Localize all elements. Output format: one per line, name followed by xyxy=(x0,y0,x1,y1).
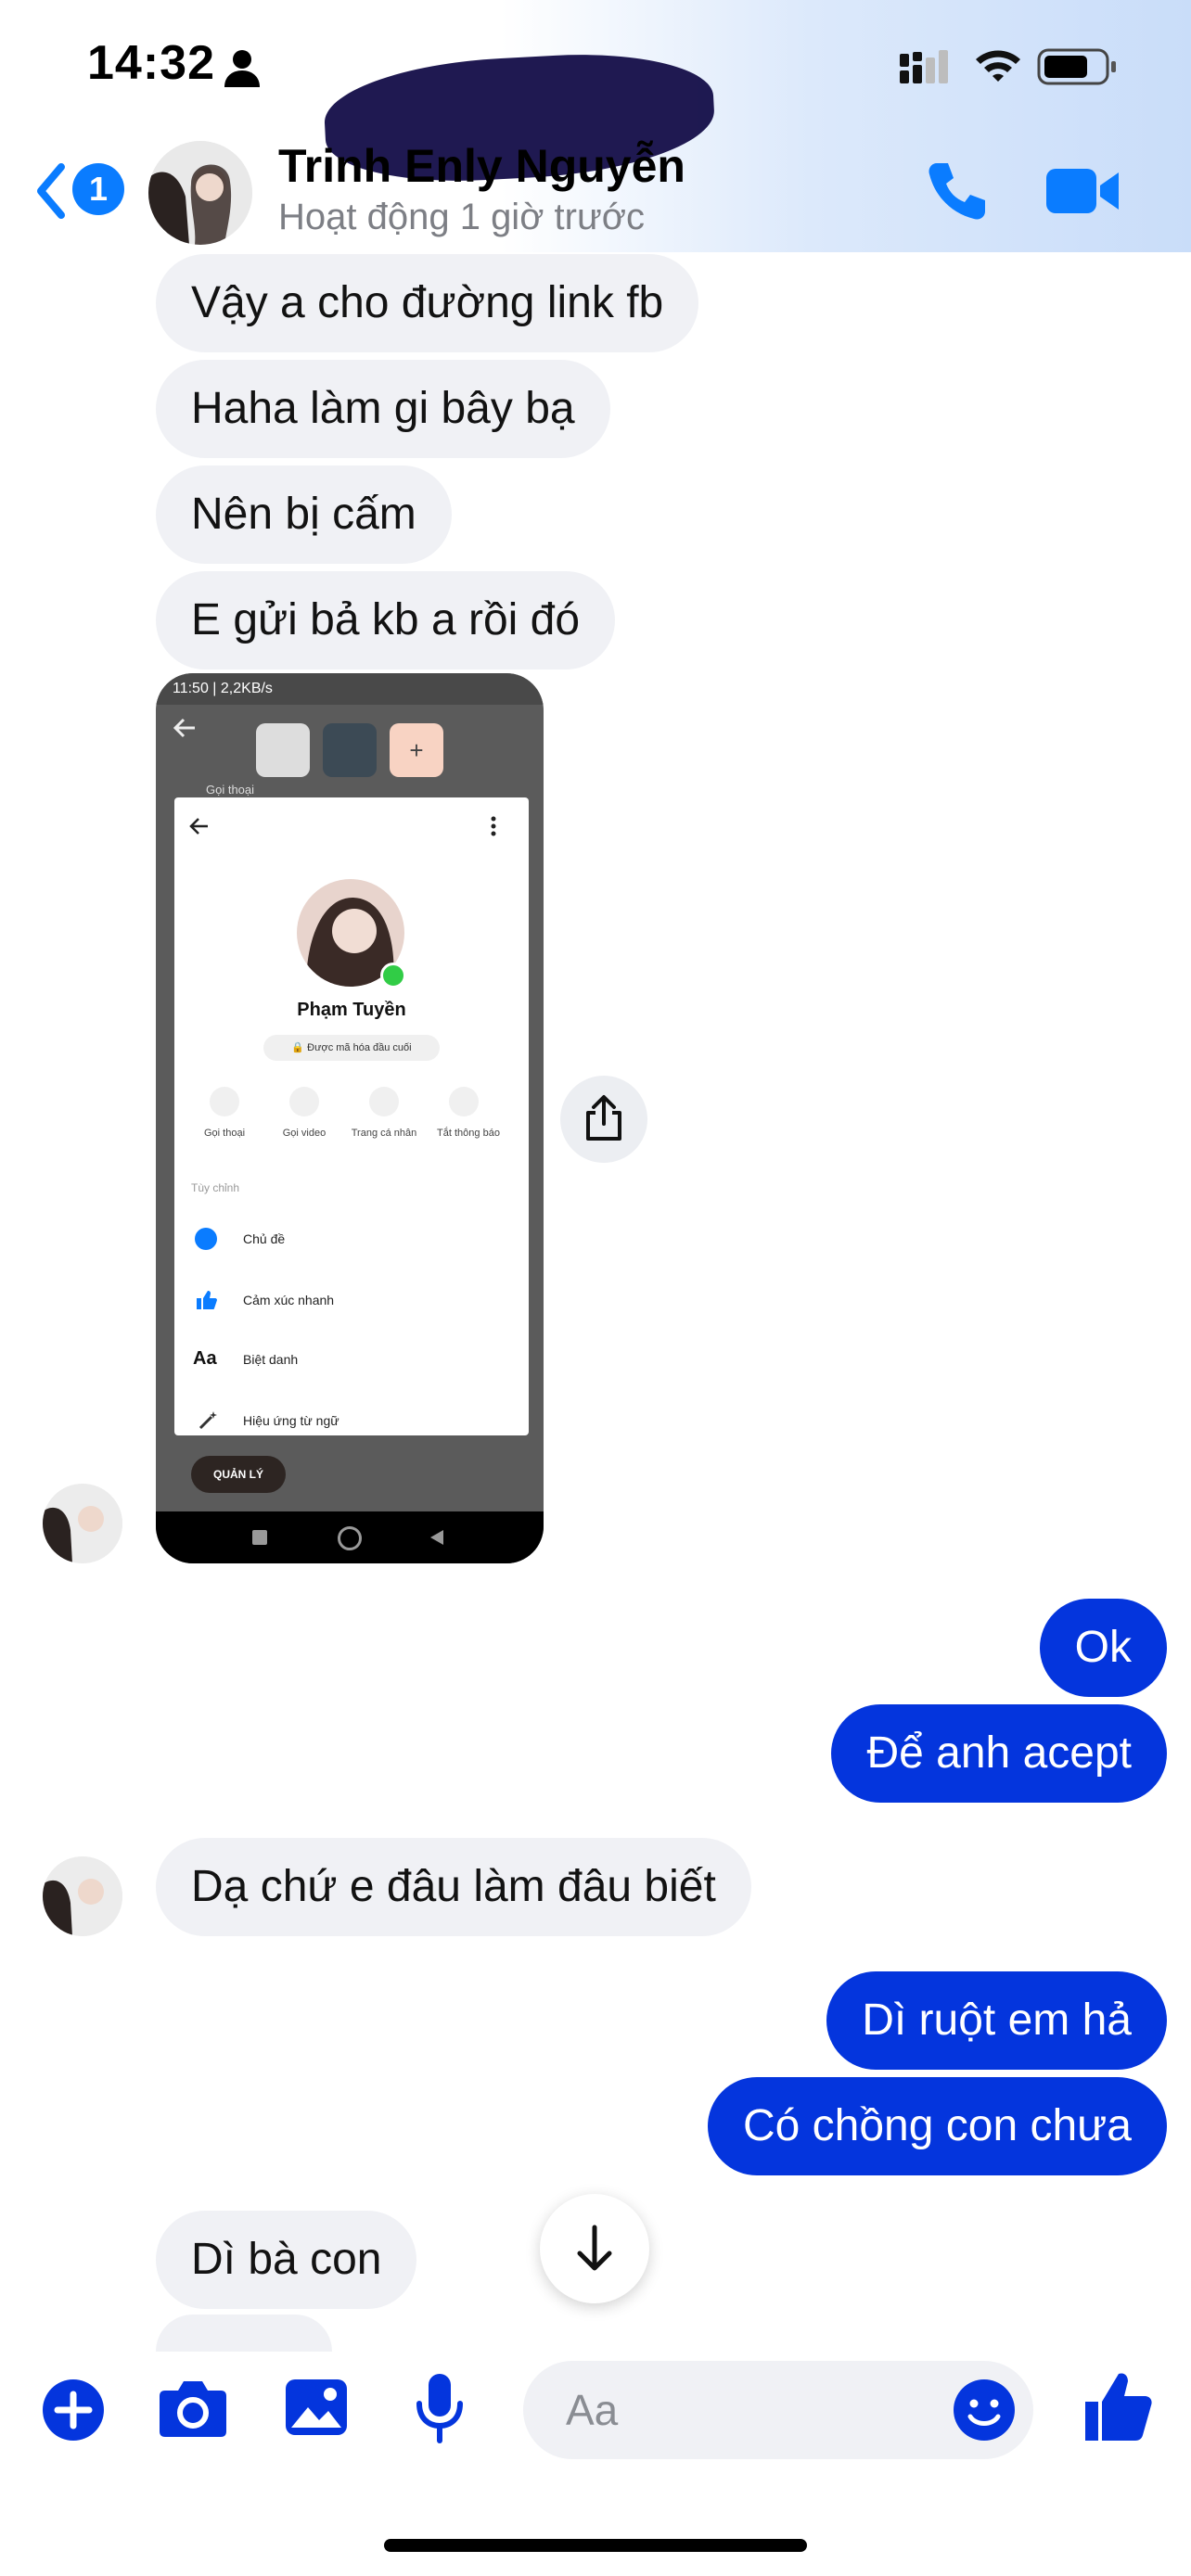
camera-icon[interactable] xyxy=(158,2376,228,2439)
image-attachment[interactable]: 11:50 | 2,2KB/s Gọi thoại + Phạm Tuyền 🔒… xyxy=(156,673,544,1563)
action-label: Tắt thông báo xyxy=(437,1128,500,1139)
arrow-down-icon xyxy=(577,2225,612,2271)
online-dot xyxy=(380,963,406,988)
message-bubble-outgoing[interactable]: Có chồng con chưa xyxy=(707,2077,1167,2175)
theme-icon xyxy=(195,1228,217,1250)
contact-avatar[interactable] xyxy=(148,141,252,245)
attachment-status-bar: 11:50 | 2,2KB/s xyxy=(156,673,544,705)
action-label: Gọi video xyxy=(282,1128,327,1139)
manage-button: QUẢN LÝ xyxy=(191,1456,286,1493)
contact-name[interactable]: Trinh Enly Nguyễn xyxy=(278,139,685,193)
message-bubble-incoming[interactable]: Vậy a cho đường link fb xyxy=(156,254,699,352)
avatar-photo xyxy=(148,141,252,245)
sender-avatar[interactable] xyxy=(43,1484,122,1563)
mute-action-icon xyxy=(449,1087,479,1116)
gallery-icon[interactable] xyxy=(284,2378,349,2437)
action-label: Trang cá nhân xyxy=(351,1128,417,1139)
arrow-left-icon xyxy=(173,718,195,738)
video-call-icon[interactable] xyxy=(1044,163,1121,219)
option-label: Chủ đề xyxy=(243,1231,286,1246)
profile-action-icon xyxy=(369,1087,399,1116)
partial-message-bubble xyxy=(156,2315,332,2352)
option-label: Cảm xúc nhanh xyxy=(243,1293,335,1307)
phone-call-icon[interactable] xyxy=(924,158,991,224)
encryption-label: Được mã hóa đầu cuối xyxy=(307,1042,412,1053)
share-icon xyxy=(586,1095,621,1141)
wifi-icon xyxy=(976,50,1020,82)
back-nav-icon xyxy=(430,1530,443,1545)
sender-avatar[interactable] xyxy=(43,1856,122,1936)
message-bubble-incoming[interactable]: Nên bị cấm xyxy=(156,465,452,564)
lock-icon: 🔒 xyxy=(291,1042,305,1053)
recents-nav-icon xyxy=(252,1530,267,1545)
more-vertical-icon xyxy=(491,816,496,836)
aa-icon: Aa xyxy=(193,1348,217,1369)
plus-circle-icon[interactable] xyxy=(41,2378,106,2442)
attachment-behind-label: Gọi thoại xyxy=(206,783,255,797)
chat-head-2 xyxy=(323,723,377,777)
magic-wand-icon xyxy=(198,1411,217,1430)
battery-icon xyxy=(1037,48,1116,85)
message-bubble-incoming[interactable]: Haha làm gi bây bạ xyxy=(156,360,610,458)
video-action-icon xyxy=(289,1087,319,1116)
profile-name: Phạm Tuyền xyxy=(297,1000,406,1020)
contact-status: Hoạt động 1 giờ trước xyxy=(278,197,645,237)
arrow-left-icon xyxy=(189,818,208,835)
home-indicator xyxy=(384,2539,807,2552)
status-time: 14:32 xyxy=(87,36,215,90)
section-label: Tùy chỉnh xyxy=(191,1181,240,1194)
like-icon xyxy=(197,1291,217,1309)
action-label: Gọi thoại xyxy=(203,1128,246,1139)
share-button[interactable] xyxy=(560,1076,647,1163)
message-bubble-incoming[interactable]: Dì bà con xyxy=(156,2211,417,2309)
thumbs-up-icon[interactable] xyxy=(1083,2370,1154,2442)
attachment-profile-sheet: Phạm Tuyền 🔒 Được mã hóa đầu cuối Gọi th… xyxy=(174,797,529,1435)
message-bubble-outgoing[interactable]: Dì ruột em hả xyxy=(826,1971,1167,2070)
message-bubble-outgoing[interactable]: Ok xyxy=(1039,1599,1167,1697)
option-label: Hiệu ứng từ ngữ xyxy=(243,1413,339,1428)
attachment-status-text: 11:50 | 2,2KB/s xyxy=(173,681,273,696)
message-bubble-incoming[interactable]: E gửi bả kb a rồi đó xyxy=(156,571,616,670)
message-bubble-incoming[interactable]: Dạ chứ e đâu làm đâu biết xyxy=(156,1838,751,1936)
add-chat-head-icon: + xyxy=(390,723,443,777)
encryption-chip: 🔒 Được mã hóa đầu cuối xyxy=(263,1035,440,1061)
home-nav-icon xyxy=(338,1526,362,1550)
person-status-icon xyxy=(224,50,260,87)
unread-badge: 1 xyxy=(72,163,124,215)
message-bubble-outgoing[interactable]: Để anh acept xyxy=(831,1704,1167,1803)
emoji-icon[interactable] xyxy=(952,2378,1017,2442)
chevron-left-icon xyxy=(37,163,65,219)
back-button[interactable]: 1 xyxy=(33,158,126,224)
microphone-icon[interactable] xyxy=(414,2372,466,2446)
call-action-icon xyxy=(210,1087,239,1116)
android-nav-bar xyxy=(156,1511,544,1563)
chat-head-1 xyxy=(256,723,310,777)
option-label: Biệt danh xyxy=(243,1352,299,1367)
message-input-placeholder: Aa xyxy=(566,2386,619,2434)
cellular-signal-icon xyxy=(900,50,948,83)
scroll-down-button[interactable] xyxy=(540,2194,649,2303)
